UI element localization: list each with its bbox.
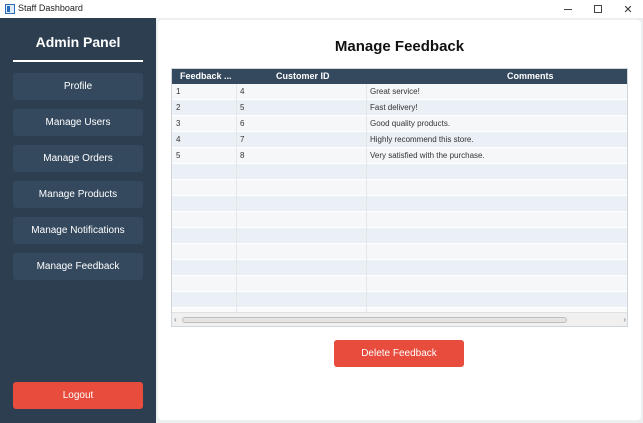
- close-button[interactable]: ✕: [613, 0, 643, 18]
- scroll-right-icon[interactable]: ›: [623, 315, 626, 324]
- minimize-icon: [564, 8, 572, 10]
- cell-customer-id: 8: [240, 151, 245, 160]
- minimize-button[interactable]: [553, 0, 583, 18]
- column-divider: [366, 84, 367, 312]
- empty-row: [172, 276, 627, 292]
- cell-feedback-id: 5: [176, 151, 181, 160]
- sidebar-item-manage-feedback[interactable]: Manage Feedback: [13, 253, 143, 280]
- page-title: Manage Feedback: [334, 38, 465, 55]
- cell-comment: Fast delivery!: [370, 103, 418, 112]
- sidebar-title: Admin Panel: [35, 34, 121, 50]
- cell-customer-id: 4: [240, 87, 245, 96]
- cell-feedback-id: 3: [176, 119, 181, 128]
- cell-customer-id: 5: [240, 103, 245, 112]
- maximize-icon: [594, 5, 602, 13]
- cell-feedback-id: 4: [176, 135, 181, 144]
- empty-row: [172, 180, 627, 196]
- column-divider: [236, 84, 237, 312]
- column-header-customer-id[interactable]: Customer ID: [276, 69, 330, 84]
- cell-comment: Very satisfied with the purchase.: [370, 151, 485, 160]
- sidebar-item-manage-orders[interactable]: Manage Orders: [13, 145, 143, 172]
- cell-comment: Good quality products.: [370, 119, 451, 128]
- sidebar-item-profile[interactable]: Profile: [13, 73, 143, 100]
- empty-row: [172, 292, 627, 308]
- delete-feedback-button[interactable]: Delete Feedback: [334, 340, 464, 367]
- sidebar: Admin Panel Profile Manage Users Manage …: [0, 18, 156, 423]
- scrollbar-thumb[interactable]: [182, 317, 567, 323]
- cell-customer-id: 6: [240, 119, 245, 128]
- sidebar-item-manage-users[interactable]: Manage Users: [13, 109, 143, 136]
- empty-row: [172, 228, 627, 244]
- empty-row: [172, 164, 627, 180]
- sidebar-item-manage-products[interactable]: Manage Products: [13, 181, 143, 208]
- logout-button[interactable]: Logout: [13, 382, 143, 409]
- column-header-comments[interactable]: Comments: [507, 69, 554, 84]
- empty-row: [172, 212, 627, 228]
- column-header-feedback-id[interactable]: Feedback ...: [180, 69, 232, 84]
- sidebar-item-manage-notifications[interactable]: Manage Notifications: [13, 217, 143, 244]
- table-row[interactable]: 3 6 Good quality products.: [172, 116, 627, 132]
- cell-comment: Great service!: [370, 87, 420, 96]
- app-icon: [5, 4, 15, 14]
- cell-comment: Highly recommend this store.: [370, 135, 474, 144]
- main-card: Manage Feedback Feedback ... Customer ID…: [158, 20, 641, 420]
- table-header: Feedback ... Customer ID Comments: [172, 69, 627, 84]
- cell-feedback-id: 2: [176, 103, 181, 112]
- horizontal-scrollbar[interactable]: ‹ ›: [172, 312, 627, 326]
- cell-customer-id: 7: [240, 135, 245, 144]
- window-title: Staff Dashboard: [18, 3, 83, 13]
- table-body: 1 4 Great service! 2 5 Fast delivery! 3 …: [172, 84, 627, 308]
- feedback-table[interactable]: Feedback ... Customer ID Comments 1 4 Gr…: [171, 68, 628, 327]
- table-row[interactable]: 2 5 Fast delivery!: [172, 100, 627, 116]
- empty-row: [172, 244, 627, 260]
- close-icon: ✕: [623, 3, 633, 16]
- sidebar-divider: [13, 60, 143, 62]
- table-row[interactable]: 5 8 Very satisfied with the purchase.: [172, 148, 627, 164]
- table-row[interactable]: 1 4 Great service!: [172, 84, 627, 100]
- cell-feedback-id: 1: [176, 87, 181, 96]
- empty-row: [172, 260, 627, 276]
- window-titlebar: Staff Dashboard ✕: [0, 0, 643, 18]
- maximize-button[interactable]: [583, 0, 613, 18]
- scroll-left-icon[interactable]: ‹: [174, 315, 177, 324]
- table-row[interactable]: 4 7 Highly recommend this store.: [172, 132, 627, 148]
- main-area: Manage Feedback Feedback ... Customer ID…: [156, 18, 643, 423]
- empty-row: [172, 196, 627, 212]
